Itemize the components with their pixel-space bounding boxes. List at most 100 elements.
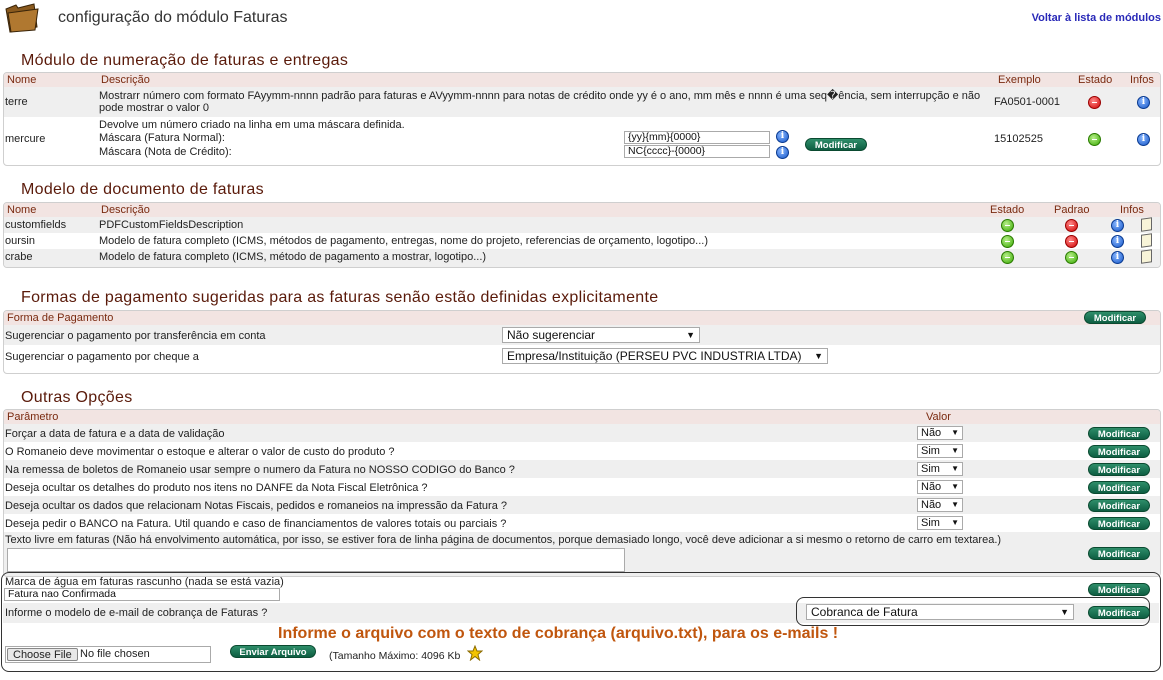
default-off-icon[interactable] bbox=[1065, 219, 1078, 232]
option-value: Não bbox=[921, 481, 942, 493]
payments-header: Forma de Pagamento Modificar bbox=[4, 311, 1160, 325]
row-desc: Modelo de fatura completo (ICMS, método … bbox=[99, 251, 487, 263]
row-name: terre bbox=[5, 96, 28, 108]
row-example: 15102525 bbox=[994, 133, 1043, 145]
row-name: mercure bbox=[5, 133, 46, 145]
folder-icon bbox=[5, 3, 39, 33]
modify-email-button[interactable]: Modificar bbox=[1088, 606, 1150, 619]
row-name: oursin bbox=[5, 235, 35, 247]
modify-watermark-button[interactable]: Modificar bbox=[1088, 583, 1150, 596]
payment-transfer-label: Sugerenciar o pagamento por transferênci… bbox=[5, 330, 266, 342]
default-on-icon[interactable] bbox=[1065, 251, 1078, 264]
option-label: Deseja ocultar os detalhes do produto no… bbox=[5, 482, 428, 494]
numbering-section-title: Módulo de numeração de faturas e entrega… bbox=[21, 52, 349, 69]
option-label: Na remessa de boletos de Romaneio usar s… bbox=[5, 464, 515, 476]
mask-invoice-label: Máscara (Fatura Normal): bbox=[99, 132, 225, 144]
preview-doc-icon[interactable] bbox=[1141, 217, 1152, 232]
col-param: Parâmetro bbox=[7, 411, 59, 423]
option-label: O Romaneio deve movimentar o estoque e a… bbox=[5, 446, 395, 458]
send-file-button[interactable]: Enviar Arquivo bbox=[230, 645, 316, 658]
preview-doc-icon[interactable] bbox=[1141, 233, 1152, 248]
option-select[interactable]: Sim ▼ bbox=[917, 516, 963, 530]
chevron-down-icon: ▼ bbox=[951, 446, 959, 455]
choose-file-button[interactable]: Choose File bbox=[7, 648, 78, 661]
modify-option-button[interactable]: Modificar bbox=[1088, 517, 1150, 530]
table-row: Deseja pedir o BANCO na Fatura. Util qua… bbox=[4, 514, 1160, 532]
option-select[interactable]: Não ▼ bbox=[917, 480, 963, 494]
watermark-input[interactable]: Fatura nao Confirmada bbox=[4, 588, 280, 601]
watermark-label: Marca de água em faturas rascunho (nada … bbox=[5, 576, 284, 588]
modify-option-button[interactable]: Modificar bbox=[1088, 481, 1150, 494]
others-section-title: Outras Opções bbox=[21, 389, 133, 406]
col-example: Exemplo bbox=[998, 74, 1041, 86]
table-row: crabe Modelo de fatura completo (ICMS, m… bbox=[4, 249, 1160, 267]
row-name: customfields bbox=[5, 219, 67, 231]
option-select[interactable]: Não ▼ bbox=[917, 498, 963, 512]
status-off-icon[interactable] bbox=[1088, 96, 1101, 109]
table-row: O Romaneio deve movimentar o estoque e a… bbox=[4, 442, 1160, 460]
info-icon[interactable]: i bbox=[1137, 96, 1150, 109]
col-desc: Descrição bbox=[101, 74, 150, 86]
table-row: Sugerenciar o pagamento por transferênci… bbox=[4, 325, 1160, 345]
status-on-icon[interactable] bbox=[1001, 251, 1014, 264]
docmodels-header: Nome Descrição Estado Padrao Infos bbox=[4, 203, 1160, 217]
payments-section-title: Formas de pagamento sugeridas para as fa… bbox=[21, 289, 659, 306]
status-on-icon[interactable] bbox=[1001, 219, 1014, 232]
file-input[interactable]: Choose File No file chosen bbox=[5, 646, 211, 663]
info-icon[interactable]: i bbox=[776, 146, 789, 159]
info-icon[interactable]: i bbox=[1111, 251, 1124, 264]
option-select[interactable]: Não ▼ bbox=[917, 426, 963, 440]
others-header: Parâmetro Valor bbox=[4, 410, 1160, 424]
table-row: Texto livre em faturas (Não há envolvime… bbox=[4, 532, 1160, 576]
freetext-label: Texto livre em faturas (Não há envolvime… bbox=[5, 534, 1002, 546]
modify-option-button[interactable]: Modificar bbox=[1088, 499, 1150, 512]
chevron-down-icon: ▼ bbox=[951, 518, 959, 527]
chevron-down-icon: ▼ bbox=[951, 482, 959, 491]
preview-doc-icon[interactable] bbox=[1141, 249, 1152, 264]
row-desc: PDFCustomFieldsDescription bbox=[99, 219, 244, 231]
table-row: oursin Modelo de fatura completo (ICMS, … bbox=[4, 233, 1160, 249]
no-file-text: No file chosen bbox=[80, 648, 150, 660]
option-label: Deseja pedir o BANCO na Fatura. Util qua… bbox=[5, 518, 507, 530]
info-icon[interactable]: i bbox=[776, 130, 789, 143]
modify-payments-button[interactable]: Modificar bbox=[1084, 311, 1146, 324]
col-info: Infos bbox=[1120, 204, 1144, 216]
freetext-textarea[interactable] bbox=[7, 548, 625, 572]
option-select[interactable]: Sim ▼ bbox=[917, 462, 963, 476]
modify-option-button[interactable]: Modificar bbox=[1088, 445, 1150, 458]
status-on-icon[interactable] bbox=[1001, 235, 1014, 248]
mask-invoice-input[interactable]: {yy}{mm}{0000} bbox=[624, 131, 770, 144]
row-desc: Devolve um número criado na linha em uma… bbox=[99, 119, 405, 131]
modify-mask-button[interactable]: Modificar bbox=[805, 138, 867, 151]
max-size-text: (Tamanho Máximo: 4096 Kb bbox=[329, 650, 461, 662]
others-table: Parâmetro Valor Forçar a data de fatura … bbox=[3, 409, 1161, 577]
option-select[interactable]: Sim ▼ bbox=[917, 444, 963, 458]
modify-option-button[interactable]: Modificar bbox=[1088, 463, 1150, 476]
back-to-modules-link[interactable]: Voltar à lista de módulos bbox=[1032, 12, 1161, 24]
numbering-table: Nome Descrição Exemplo Estado Infos terr… bbox=[3, 72, 1161, 166]
table-row: Sugerenciar o pagamento por cheque a Emp… bbox=[4, 345, 1160, 367]
default-off-icon[interactable] bbox=[1065, 235, 1078, 248]
modify-freetext-button[interactable]: Modificar bbox=[1088, 547, 1150, 560]
table-row: Forçar a data de fatura e a data de vali… bbox=[4, 424, 1160, 442]
modify-option-button[interactable]: Modificar bbox=[1088, 427, 1150, 440]
table-row: mercure Devolve um número criado na linh… bbox=[4, 117, 1160, 165]
star-icon bbox=[467, 645, 483, 661]
info-icon[interactable]: i bbox=[1111, 235, 1124, 248]
payment-cheque-select[interactable]: Empresa/Instituição (PERSEU PVC INDUSTRI… bbox=[502, 348, 828, 364]
col-name: Nome bbox=[7, 74, 37, 86]
row-name: crabe bbox=[5, 251, 33, 263]
table-row: Deseja ocultar os dados que relacionam N… bbox=[4, 496, 1160, 514]
option-label: Deseja ocultar os dados que relacionam N… bbox=[5, 500, 507, 512]
info-icon[interactable]: i bbox=[1111, 219, 1124, 232]
row-desc: Modelo de fatura completo (ICMS, métodos… bbox=[99, 235, 709, 247]
status-on-icon[interactable] bbox=[1088, 133, 1101, 146]
mask-credit-input[interactable]: NC{cccc}-{0000} bbox=[624, 145, 770, 158]
info-icon[interactable]: i bbox=[1137, 133, 1150, 146]
option-value: Sim bbox=[921, 463, 940, 475]
option-value: Sim bbox=[921, 517, 940, 529]
payment-transfer-value: Não sugerenciar bbox=[507, 328, 596, 342]
email-template-select[interactable]: Cobranca de Fatura ▼ bbox=[806, 604, 1074, 620]
option-value: Não bbox=[921, 499, 942, 511]
payment-transfer-select[interactable]: Não sugerenciar ▼ bbox=[502, 327, 700, 343]
